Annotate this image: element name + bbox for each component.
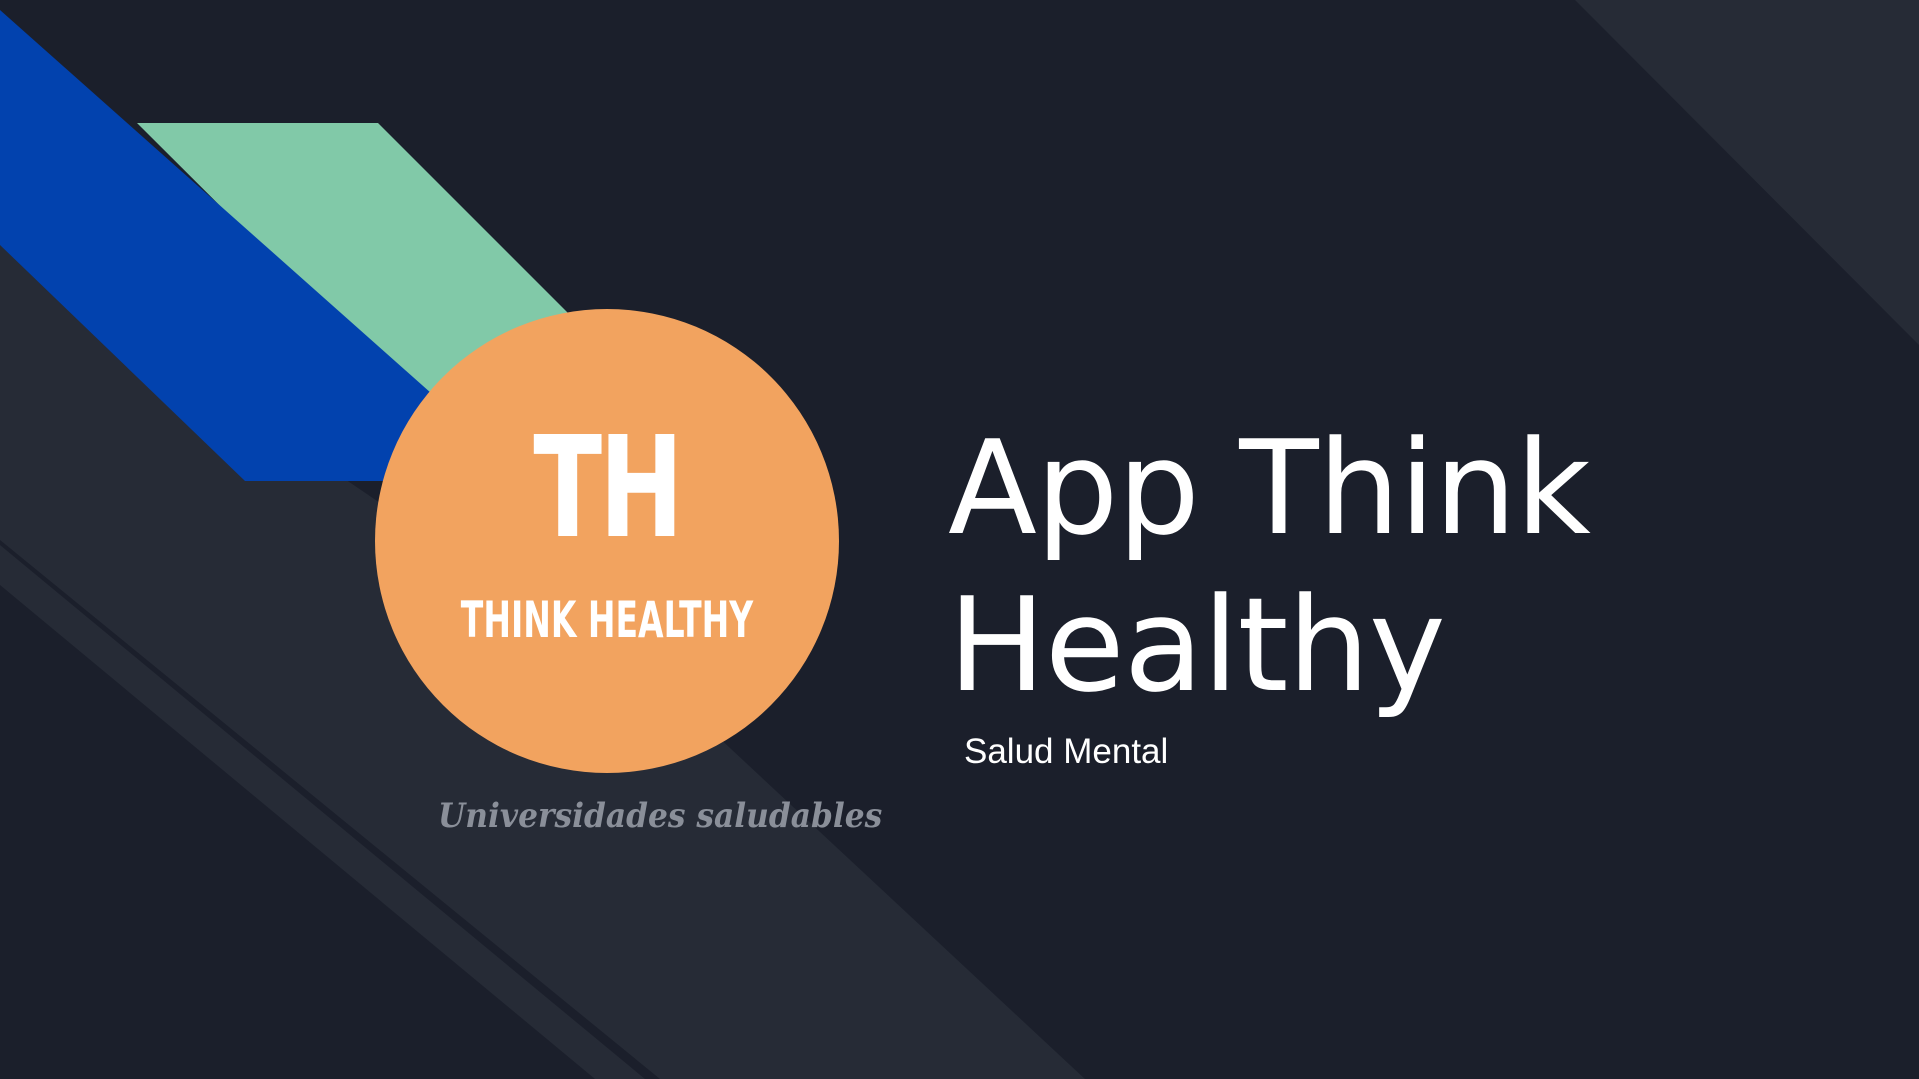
logo-tagline: Universidades saludables: [438, 796, 883, 836]
logo-circle: TH THINK HEALTHY: [375, 309, 839, 773]
presentation-slide: TH THINK HEALTHY Universidades saludable…: [0, 0, 1919, 1079]
dark-stripe-top-right: [1575, 0, 1919, 345]
logo-name: THINK HEALTHY: [460, 591, 754, 649]
slide-subtitle: Salud Mental: [964, 732, 1169, 771]
logo-monogram: TH: [533, 407, 683, 570]
slide-title: App Think Healthy: [948, 412, 1591, 721]
